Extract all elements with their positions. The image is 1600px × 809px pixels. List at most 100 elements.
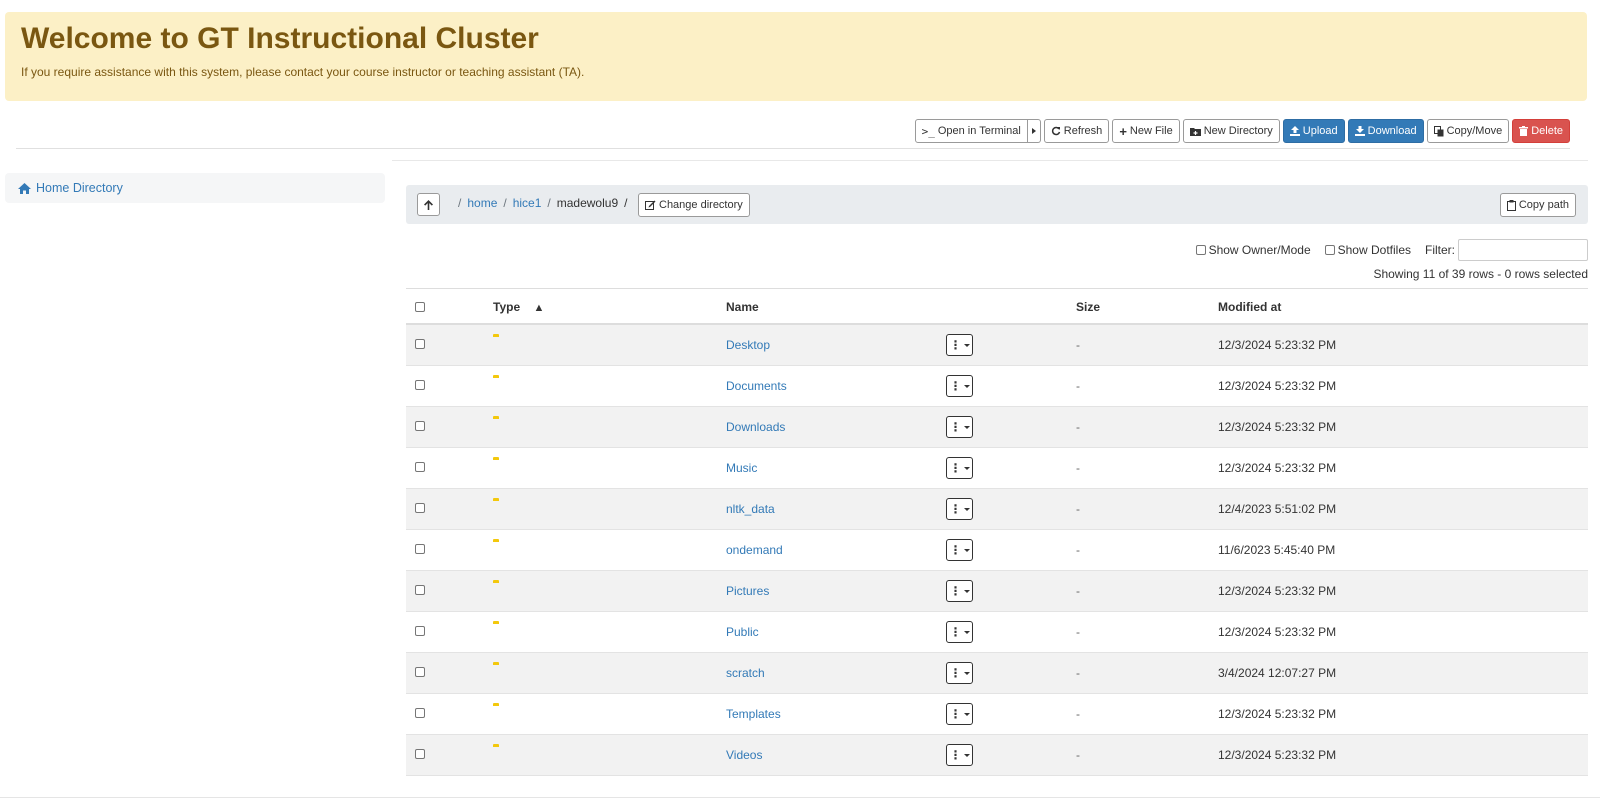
file-name-link[interactable]: Public	[726, 625, 759, 639]
vertical-ellipsis-icon: ⋮	[949, 707, 962, 721]
row-actions-button[interactable]: ⋮	[946, 621, 973, 643]
home-directory-label: Home Directory	[36, 181, 123, 195]
column-header-modified[interactable]: Modified at	[1218, 300, 1281, 314]
vertical-ellipsis-icon: ⋮	[949, 625, 962, 639]
show-owner-mode-label: Show Owner/Mode	[1208, 243, 1311, 257]
table-body: Desktop ⋮ - 12/3/2024 5:23:32 PM Documents ⋮ -…	[406, 325, 1588, 776]
row-actions-button[interactable]: ⋮	[946, 744, 973, 766]
show-dotfiles-option[interactable]: Show Dotfiles	[1324, 243, 1411, 257]
file-name-link[interactable]: Documents	[726, 379, 787, 393]
file-name-link[interactable]: nltk_data	[726, 502, 775, 516]
refresh-button[interactable]: Refresh	[1043, 119, 1110, 143]
column-header-name[interactable]: Name	[726, 300, 759, 314]
terminal-dropdown-button[interactable]	[1027, 119, 1041, 143]
go-up-button[interactable]	[417, 193, 440, 216]
change-directory-button[interactable]: Change directory	[638, 193, 750, 217]
new-directory-button[interactable]: New Directory	[1182, 119, 1280, 143]
row-select-checkbox[interactable]	[415, 708, 425, 718]
new-file-button[interactable]: + New File	[1112, 119, 1180, 143]
table-row[interactable]: Templates ⋮ - 12/3/2024 5:23:32 PM	[406, 694, 1588, 735]
row-select-checkbox[interactable]	[415, 421, 425, 431]
filter-option: Filter:	[1425, 239, 1588, 261]
row-select-checkbox[interactable]	[415, 462, 425, 472]
file-name-link[interactable]: ondemand	[726, 543, 783, 557]
copy-move-label: Copy/Move	[1446, 125, 1503, 137]
row-select-checkbox[interactable]	[415, 667, 425, 677]
upload-icon	[1289, 126, 1300, 136]
column-header-size[interactable]: Size	[1076, 300, 1100, 314]
upload-button[interactable]: Upload	[1282, 119, 1345, 143]
row-select-checkbox[interactable]	[415, 626, 425, 636]
row-actions-button[interactable]: ⋮	[946, 498, 973, 520]
sort-ascending-icon: ▲	[533, 302, 545, 314]
banner-title: Welcome to GT Instructional Cluster	[21, 22, 539, 55]
modified-at: 12/3/2024 5:23:32 PM	[1218, 338, 1337, 352]
breadcrumb-bar: / home / hice1 / madewolu9 / Change dire…	[406, 185, 1588, 224]
row-actions-button[interactable]: ⋮	[946, 539, 973, 561]
row-select-checkbox[interactable]	[415, 585, 425, 595]
row-actions-button[interactable]: ⋮	[946, 580, 973, 602]
row-select-checkbox[interactable]	[415, 339, 425, 349]
show-dotfiles-label: Show Dotfiles	[1337, 243, 1411, 257]
breadcrumb-hice1[interactable]: hice1	[513, 196, 542, 210]
table-row[interactable]: Videos ⋮ - 12/3/2024 5:23:32 PM	[406, 735, 1588, 776]
table-row[interactable]: Downloads ⋮ - 12/3/2024 5:23:32 PM	[406, 407, 1588, 448]
file-toolbar: >_ Open in Terminal Refresh + New File N…	[914, 119, 1570, 143]
sidebar-item-home-directory[interactable]: Home Directory	[5, 173, 385, 203]
file-name-link[interactable]: Music	[726, 461, 757, 475]
row-actions-button[interactable]: ⋮	[946, 662, 973, 684]
file-size: -	[1076, 420, 1080, 434]
row-actions-button[interactable]: ⋮	[946, 457, 973, 479]
open-in-terminal-button[interactable]: >_ Open in Terminal	[914, 119, 1028, 143]
open-terminal-group: >_ Open in Terminal	[914, 119, 1041, 143]
show-owner-mode-checkbox[interactable]	[1195, 245, 1206, 255]
vertical-ellipsis-icon: ⋮	[949, 379, 962, 393]
row-select-checkbox[interactable]	[415, 749, 425, 759]
breadcrumb-separator: /	[503, 196, 507, 210]
table-row[interactable]: Documents ⋮ - 12/3/2024 5:23:32 PM	[406, 366, 1588, 407]
download-button[interactable]: Download	[1347, 119, 1424, 143]
delete-button[interactable]: Delete	[1512, 119, 1570, 143]
row-actions-button[interactable]: ⋮	[946, 334, 973, 356]
caret-down-icon	[963, 384, 970, 388]
row-select-checkbox[interactable]	[415, 380, 425, 390]
terminal-icon: >_	[921, 124, 935, 138]
file-name-link[interactable]: Videos	[726, 748, 762, 762]
file-name-link[interactable]: Downloads	[726, 420, 785, 434]
table-row[interactable]: scratch ⋮ - 3/4/2024 12:07:27 PM	[406, 653, 1588, 694]
modified-at: 12/3/2024 5:23:32 PM	[1218, 748, 1337, 762]
breadcrumb-root[interactable]: /	[458, 196, 461, 210]
trash-icon	[1519, 126, 1529, 136]
file-name-link[interactable]: Pictures	[726, 584, 769, 598]
file-size: -	[1076, 543, 1080, 557]
row-actions-button[interactable]: ⋮	[946, 703, 973, 725]
copy-move-button[interactable]: Copy/Move	[1426, 119, 1510, 143]
show-owner-mode-option[interactable]: Show Owner/Mode	[1195, 243, 1311, 257]
breadcrumb-home[interactable]: home	[467, 196, 497, 210]
row-actions-button[interactable]: ⋮	[946, 375, 973, 397]
select-all-checkbox[interactable]	[415, 302, 425, 312]
table-row[interactable]: Desktop ⋮ - 12/3/2024 5:23:32 PM	[406, 325, 1588, 366]
breadcrumb: / home / hice1 / madewolu9 /	[458, 196, 627, 210]
table-row[interactable]: Public ⋮ - 12/3/2024 5:23:32 PM	[406, 612, 1588, 653]
home-icon	[18, 182, 31, 194]
filter-input[interactable]	[1458, 239, 1588, 261]
row-actions-button[interactable]: ⋮	[946, 416, 973, 438]
caret-down-icon	[963, 343, 970, 347]
table-row[interactable]: nltk_data ⋮ - 12/4/2023 5:51:02 PM	[406, 489, 1588, 530]
file-name-link[interactable]: scratch	[726, 666, 765, 680]
row-select-checkbox[interactable]	[415, 544, 425, 554]
table-row[interactable]: ondemand ⋮ - 11/6/2023 5:45:40 PM	[406, 530, 1588, 571]
row-select-checkbox[interactable]	[415, 503, 425, 513]
column-header-type[interactable]: Type ▲	[493, 300, 544, 314]
upload-label: Upload	[1302, 125, 1338, 137]
copy-path-button[interactable]: Copy path	[1499, 193, 1576, 217]
table-row[interactable]: Music ⋮ - 12/3/2024 5:23:32 PM	[406, 448, 1588, 489]
file-name-link[interactable]: Templates	[726, 707, 781, 721]
type-header-label: Type	[493, 300, 521, 314]
refresh-label: Refresh	[1063, 125, 1103, 137]
show-dotfiles-checkbox[interactable]	[1324, 245, 1335, 255]
vertical-ellipsis-icon: ⋮	[949, 543, 962, 557]
file-name-link[interactable]: Desktop	[726, 338, 770, 352]
table-row[interactable]: Pictures ⋮ - 12/3/2024 5:23:32 PM	[406, 571, 1588, 612]
